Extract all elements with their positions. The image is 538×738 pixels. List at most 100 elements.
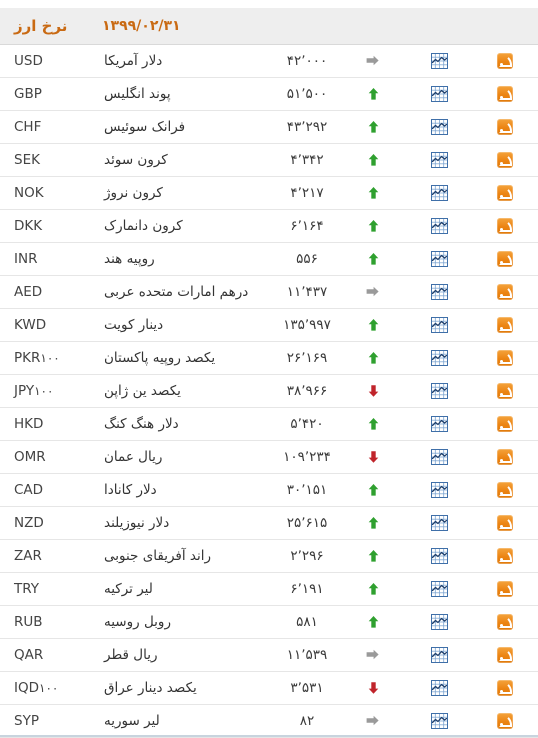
chart-icon[interactable] [430,415,448,432]
chart-cell[interactable] [406,473,472,507]
chart-icon[interactable] [430,118,448,135]
chart-cell[interactable] [406,143,472,177]
table-row[interactable]: ۵۱٬۵۰۰ پوند انگلیس GBP [0,77,538,111]
rss-cell[interactable] [472,110,538,144]
rss-cell[interactable] [472,506,538,540]
table-row[interactable]: ۵۵۶ روپیه هند INR [0,242,538,276]
table-row[interactable]: ۸۲ لیر سوریه SYP [0,704,538,738]
rss-icon[interactable] [497,217,513,234]
rss-cell[interactable] [472,341,538,375]
chart-cell[interactable] [406,407,472,441]
table-row[interactable]: ۱۳۵٬۹۹۷ دینار کویت KWD [0,308,538,342]
table-row[interactable]: ۱۱٬۵۳۹ ریال قطر QAR [0,638,538,672]
table-row[interactable]: ۳۰٬۱۵۱ دلار کانادا CAD [0,473,538,507]
rss-cell[interactable] [472,275,538,309]
chart-cell[interactable] [406,605,472,639]
chart-cell[interactable] [406,308,472,342]
chart-cell[interactable] [406,176,472,210]
chart-icon[interactable] [430,448,448,465]
rss-icon[interactable] [497,316,513,333]
rss-icon[interactable] [497,514,513,531]
table-row[interactable]: ۴۲٬۰۰۰ دلار آمریکا USD [0,44,538,78]
chart-icon[interactable] [430,184,448,201]
rss-icon[interactable] [497,151,513,168]
rss-cell[interactable] [472,572,538,606]
table-row[interactable]: ۴٬۳۴۲ کرون سوئد SEK [0,143,538,177]
table-row[interactable]: ۵۸۱ روبل روسیه RUB [0,605,538,639]
rss-icon[interactable] [497,85,513,102]
rss-icon[interactable] [497,349,513,366]
chart-icon[interactable] [430,547,448,564]
chart-cell[interactable] [406,275,472,309]
rss-icon[interactable] [497,580,513,597]
chart-cell[interactable] [406,440,472,474]
chart-icon[interactable] [430,514,448,531]
table-row[interactable]: ۳٬۵۳۱ یکصد دینار عراق IQD۱۰۰ [0,671,538,705]
table-row[interactable]: ۶٬۱۶۴ کرون دانمارک DKK [0,209,538,243]
rss-icon[interactable] [497,547,513,564]
chart-cell[interactable] [406,209,472,243]
table-row[interactable]: ۳۸٬۹۶۶ یکصد ین ژاپن JPY۱۰۰ [0,374,538,408]
rss-cell[interactable] [472,704,538,738]
rss-cell[interactable] [472,209,538,243]
chart-cell[interactable] [406,539,472,573]
rss-cell[interactable] [472,77,538,111]
chart-icon[interactable] [430,250,448,267]
table-row[interactable]: ۴٬۲۱۷ کرون نروژ NOK [0,176,538,210]
rss-icon[interactable] [497,481,513,498]
rss-icon[interactable] [497,382,513,399]
chart-cell[interactable] [406,77,472,111]
rss-icon[interactable] [497,283,513,300]
chart-icon[interactable] [430,52,448,69]
chart-cell[interactable] [406,242,472,276]
chart-cell[interactable] [406,506,472,540]
chart-icon[interactable] [430,712,448,729]
rss-icon[interactable] [497,712,513,729]
chart-icon[interactable] [430,679,448,696]
rss-cell[interactable] [472,176,538,210]
rss-cell[interactable] [472,308,538,342]
rss-cell[interactable] [472,638,538,672]
table-row[interactable]: ۴۳٬۲۹۲ فرانک سوئیس CHF [0,110,538,144]
chart-cell[interactable] [406,374,472,408]
rss-icon[interactable] [497,184,513,201]
table-row[interactable]: ۵٬۴۲۰ دلار هنگ کنگ HKD [0,407,538,441]
chart-icon[interactable] [430,349,448,366]
table-row[interactable]: ۲۵٬۶۱۵ دلار نیوزیلند NZD [0,506,538,540]
chart-cell[interactable] [406,704,472,738]
chart-icon[interactable] [430,646,448,663]
chart-icon[interactable] [430,217,448,234]
rss-icon[interactable] [497,646,513,663]
chart-cell[interactable] [406,44,472,78]
rss-cell[interactable] [472,374,538,408]
table-row[interactable]: ۶٬۱۹۱ لیر ترکیه TRY [0,572,538,606]
rss-cell[interactable] [472,143,538,177]
rss-cell[interactable] [472,407,538,441]
rss-icon[interactable] [497,415,513,432]
chart-icon[interactable] [430,316,448,333]
chart-cell[interactable] [406,341,472,375]
rss-icon[interactable] [497,118,513,135]
chart-icon[interactable] [430,382,448,399]
chart-cell[interactable] [406,110,472,144]
rss-icon[interactable] [497,679,513,696]
chart-icon[interactable] [430,85,448,102]
table-row[interactable]: ۲٬۲۹۶ راند آفریقای جنوبی ZAR [0,539,538,573]
table-row[interactable]: ۱۰۹٬۲۳۴ ریال عمان OMR [0,440,538,474]
chart-icon[interactable] [430,283,448,300]
chart-icon[interactable] [430,151,448,168]
rss-icon[interactable] [497,613,513,630]
chart-icon[interactable] [430,481,448,498]
table-row[interactable]: ۱۱٬۴۳۷ درهم امارات متحده عربی AED [0,275,538,309]
chart-cell[interactable] [406,572,472,606]
rss-icon[interactable] [497,52,513,69]
rss-icon[interactable] [497,250,513,267]
rss-cell[interactable] [472,671,538,705]
chart-icon[interactable] [430,613,448,630]
rss-cell[interactable] [472,473,538,507]
chart-cell[interactable] [406,671,472,705]
chart-icon[interactable] [430,580,448,597]
rss-cell[interactable] [472,242,538,276]
rss-cell[interactable] [472,539,538,573]
rss-icon[interactable] [497,448,513,465]
